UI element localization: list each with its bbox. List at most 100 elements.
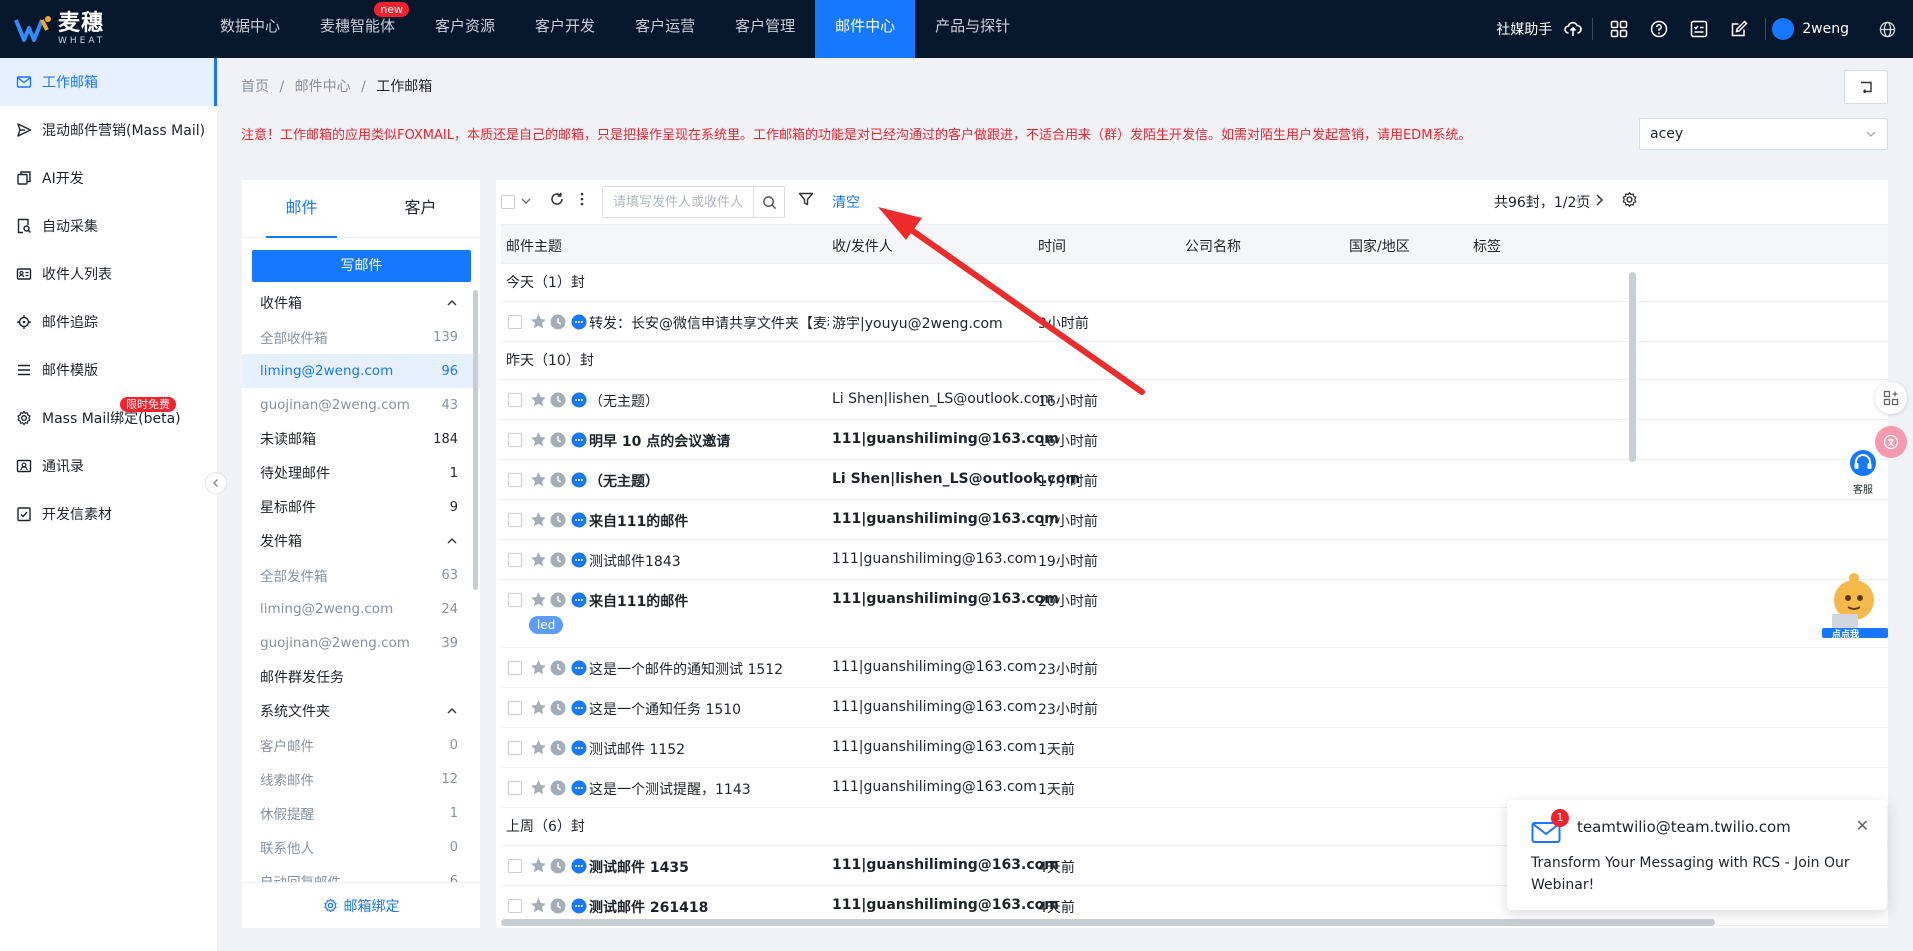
star-icon[interactable] <box>530 857 547 874</box>
mail-subject[interactable]: 来自111的邮件 <box>589 511 829 531</box>
nav-item-customer-development[interactable]: 客户开发 <box>515 0 615 58</box>
mail-subject[interactable]: 明早 10 点的会议邀请 <box>589 431 829 451</box>
mail-subject[interactable]: 这是一个邮件的通知测试 1512 <box>589 659 829 679</box>
folder-item[interactable]: liming@2weng.com 96 <box>242 354 480 388</box>
row-checkbox[interactable] <box>508 553 522 567</box>
folder-item[interactable]: 待处理邮件 1 <box>242 456 480 490</box>
nav-item-products[interactable]: 产品与探针 <box>915 0 1030 58</box>
row-checkbox[interactable] <box>508 513 522 527</box>
mail-list-horizontal-scrollbar[interactable] <box>501 919 1715 926</box>
table-row[interactable]: 这是一个通知任务 1510 111|guanshiliming@163.com 23… <box>501 688 1888 728</box>
chevron-right-icon[interactable] <box>1593 192 1605 208</box>
table-row[interactable]: 明早 10 点的会议邀请 111|guanshiliming@163.com 16小… <box>501 420 1888 460</box>
more-actions-icon[interactable] <box>571 432 587 448</box>
mail-subject[interactable]: 来自111的邮件 <box>589 591 829 611</box>
folder-item[interactable]: guojinan@2weng.com 43 <box>242 388 480 422</box>
folder-group[interactable]: 系统文件夹 <box>242 694 480 728</box>
chevron-down-icon[interactable] <box>520 194 532 208</box>
star-icon[interactable] <box>530 391 547 408</box>
clock-icon[interactable] <box>550 780 566 796</box>
table-row[interactable]: 来自111的邮件 111|guanshiliming@163.com 17小时前 <box>501 500 1888 540</box>
brand-logo[interactable]: 麦穗 WHEAT <box>14 10 105 48</box>
customer-service-button[interactable]: 客服 <box>1848 448 1878 496</box>
folder-item[interactable]: 联系他人 0 <box>242 830 480 864</box>
mail-subject[interactable]: 这是一个通知任务 1510 <box>589 699 829 719</box>
username[interactable]: 2weng <box>1802 21 1849 37</box>
translate-button[interactable] <box>1875 426 1907 458</box>
more-actions-icon[interactable] <box>571 700 587 716</box>
more-actions-icon[interactable] <box>571 392 587 408</box>
tab-customer[interactable]: 客户 <box>361 180 480 237</box>
avatar[interactable] <box>1772 18 1795 40</box>
table-row[interactable]: 测试邮件1843 111|guanshiliming@163.com 19小时前 <box>501 540 1888 580</box>
sidebar-item-mail-templates[interactable]: 邮件模版 <box>0 346 217 394</box>
clock-icon[interactable] <box>550 700 566 716</box>
breadcrumb-section[interactable]: 邮件中心 <box>295 79 351 95</box>
clock-icon[interactable] <box>550 472 566 488</box>
task-list-icon[interactable] <box>1679 0 1719 58</box>
close-icon[interactable]: ✕ <box>1856 816 1869 835</box>
apps-grid-icon[interactable] <box>1599 0 1639 58</box>
folder-item[interactable]: guojinan@2weng.com 39 <box>242 626 480 660</box>
new-mail-notification[interactable]: 1 teamtwilio@team.twilio.com ✕ Transform… <box>1507 800 1887 910</box>
nav-item-customer-management[interactable]: 客户管理 <box>715 0 815 58</box>
row-checkbox[interactable] <box>508 741 522 755</box>
table-row[interactable]: 转发：长安@微信申请共享文件夹【麦穗... 游宇|youyu@2weng.com 3… <box>501 302 1888 342</box>
folder-item[interactable]: 自动回复邮件 6 <box>242 864 480 883</box>
settings-gear-icon[interactable] <box>1621 191 1638 208</box>
mail-subject[interactable]: 测试邮件 1435 <box>589 857 829 877</box>
nav-item-customer-operations[interactable]: 客户运营 <box>615 0 715 58</box>
more-actions-icon[interactable] <box>571 898 587 914</box>
mail-subject[interactable]: （无主题） <box>589 471 829 491</box>
compose-button[interactable]: 写邮件 <box>252 250 471 282</box>
mascot-assistant[interactable]: 点点我 <box>1818 570 1888 640</box>
sidebar-item-mass-mail-binding[interactable]: Mass Mail绑定(beta) 限时免费 <box>0 394 217 442</box>
star-icon[interactable] <box>530 779 547 796</box>
mail-subject[interactable]: （无主题） <box>589 391 829 411</box>
star-icon[interactable] <box>530 431 547 448</box>
clear-filter-link[interactable]: 清空 <box>832 192 860 212</box>
star-icon[interactable] <box>530 897 547 914</box>
folder-item[interactable]: 休假提醒 1 <box>242 796 480 830</box>
filter-icon[interactable] <box>798 191 814 207</box>
chevron-up-icon[interactable] <box>446 535 458 547</box>
clock-icon[interactable] <box>550 592 566 608</box>
sidebar-item-recipient-list[interactable]: 收件人列表 <box>0 250 217 298</box>
exit-button[interactable] <box>1844 70 1888 104</box>
nav-item-mail-center[interactable]: 邮件中心 <box>815 0 916 58</box>
star-icon[interactable] <box>530 699 547 716</box>
more-actions-icon[interactable] <box>571 780 587 796</box>
sidebar-item-address-book[interactable]: 通讯录 <box>0 442 217 490</box>
nav-item-data-center[interactable]: 数据中心 <box>200 0 300 58</box>
widget-add-button[interactable] <box>1875 382 1907 414</box>
mail-list-vertical-scrollbar[interactable] <box>1629 272 1636 462</box>
folder-group[interactable]: 收件箱 <box>242 286 480 320</box>
star-icon[interactable] <box>530 551 547 568</box>
more-actions-icon[interactable] <box>571 472 587 488</box>
more-actions-icon[interactable] <box>571 660 587 676</box>
folder-item[interactable]: 全部发件箱 63 <box>242 558 480 592</box>
table-row[interactable]: 这是一个邮件的通知测试 1512 111|guanshiliming@163.co… <box>501 648 1888 688</box>
breadcrumb-home[interactable]: 首页 <box>241 79 269 95</box>
folder-item[interactable]: 邮件群发任务 <box>242 660 480 694</box>
row-checkbox[interactable] <box>508 315 522 329</box>
more-actions-icon[interactable] <box>571 552 587 568</box>
row-checkbox[interactable] <box>508 859 522 873</box>
folder-item[interactable]: 全部收件箱 139 <box>242 320 480 354</box>
table-row[interactable]: （无主题） Li Shen|lishen_LS@outlook.com 16小时前 <box>501 380 1888 420</box>
globe-icon[interactable] <box>1867 0 1907 58</box>
star-icon[interactable] <box>530 511 547 528</box>
sidebar-item-work-mailbox[interactable]: 工作邮箱 <box>0 58 217 106</box>
clock-icon[interactable] <box>550 512 566 528</box>
folder-item[interactable]: 客户邮件 0 <box>242 728 480 762</box>
star-icon[interactable] <box>530 471 547 488</box>
row-checkbox[interactable] <box>508 473 522 487</box>
sidebar-item-auto-collect[interactable]: 自动采集 <box>0 202 217 250</box>
clock-icon[interactable] <box>550 314 566 330</box>
more-actions-icon[interactable] <box>571 512 587 528</box>
folder-item[interactable]: 线索邮件 12 <box>242 762 480 796</box>
mailbox-binding-button[interactable]: 邮箱绑定 <box>242 882 480 928</box>
tab-mail[interactable]: 邮件 <box>242 180 361 238</box>
social-assistant-link[interactable]: 社媒助手 <box>1496 19 1552 39</box>
folder-group[interactable]: 发件箱 <box>242 524 480 558</box>
